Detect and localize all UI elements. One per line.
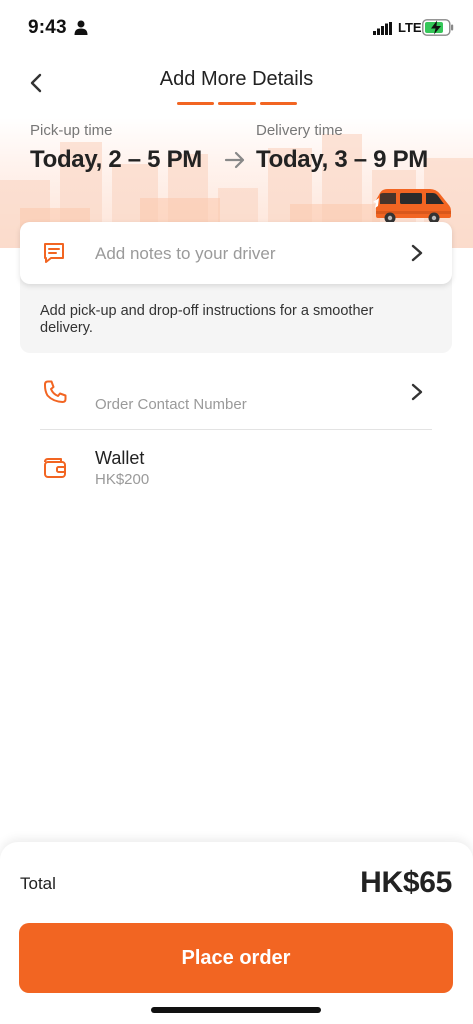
order-contact-row[interactable]: Order Contact Number [20, 365, 452, 429]
pickup-time-value: Today, 2 – 5 PM [30, 146, 202, 173]
status-time: 9:43 [28, 17, 67, 38]
progress-step [218, 102, 256, 105]
page-title: Add More Details [159, 68, 314, 90]
order-footer: Total HK$65 Place order [0, 842, 473, 1024]
wallet-balance: HK$200 [95, 471, 150, 488]
payment-wallet-row[interactable]: Wallet HK$200 [20, 440, 452, 496]
person-icon [74, 20, 88, 35]
driver-notes-placeholder: Add notes to your driver [95, 244, 276, 263]
place-order-button[interactable]: Place order [19, 923, 453, 993]
progress-step [177, 102, 215, 105]
signal-icon [373, 22, 392, 35]
van-illustration [373, 189, 451, 224]
network-label: LTE [398, 20, 422, 35]
message-note-icon [44, 243, 64, 263]
pickup-time: Pick-up time Today, 2 – 5 PM [30, 122, 202, 174]
total-amount: HK$65 [360, 866, 452, 899]
driver-notes-field[interactable]: Add notes to your driver [20, 222, 452, 284]
wallet-title: Wallet [95, 448, 145, 468]
delivery-time: Delivery time Today, 3 – 9 PM [256, 122, 428, 174]
progress-step [259, 102, 297, 105]
delivery-time-value: Today, 3 – 9 PM [256, 146, 428, 173]
pickup-time-label: Pick-up time [30, 122, 113, 139]
total-label: Total [20, 874, 56, 893]
step-progress [177, 102, 297, 106]
arrow-right-icon [224, 151, 245, 169]
battery-charging-icon [422, 19, 454, 36]
home-indicator [151, 1007, 321, 1013]
status-bar: 9:43 LTE [0, 0, 473, 56]
chevron-right-icon [411, 383, 423, 401]
notes-help-text: Add pick-up and drop-off instructions fo… [40, 303, 374, 336]
phone-icon [43, 380, 67, 403]
wallet-icon [44, 458, 66, 478]
delivery-time-label: Delivery time [256, 122, 343, 139]
chevron-right-icon [411, 244, 423, 262]
divider [40, 429, 432, 430]
order-contact-placeholder: Order Contact Number [95, 396, 247, 413]
